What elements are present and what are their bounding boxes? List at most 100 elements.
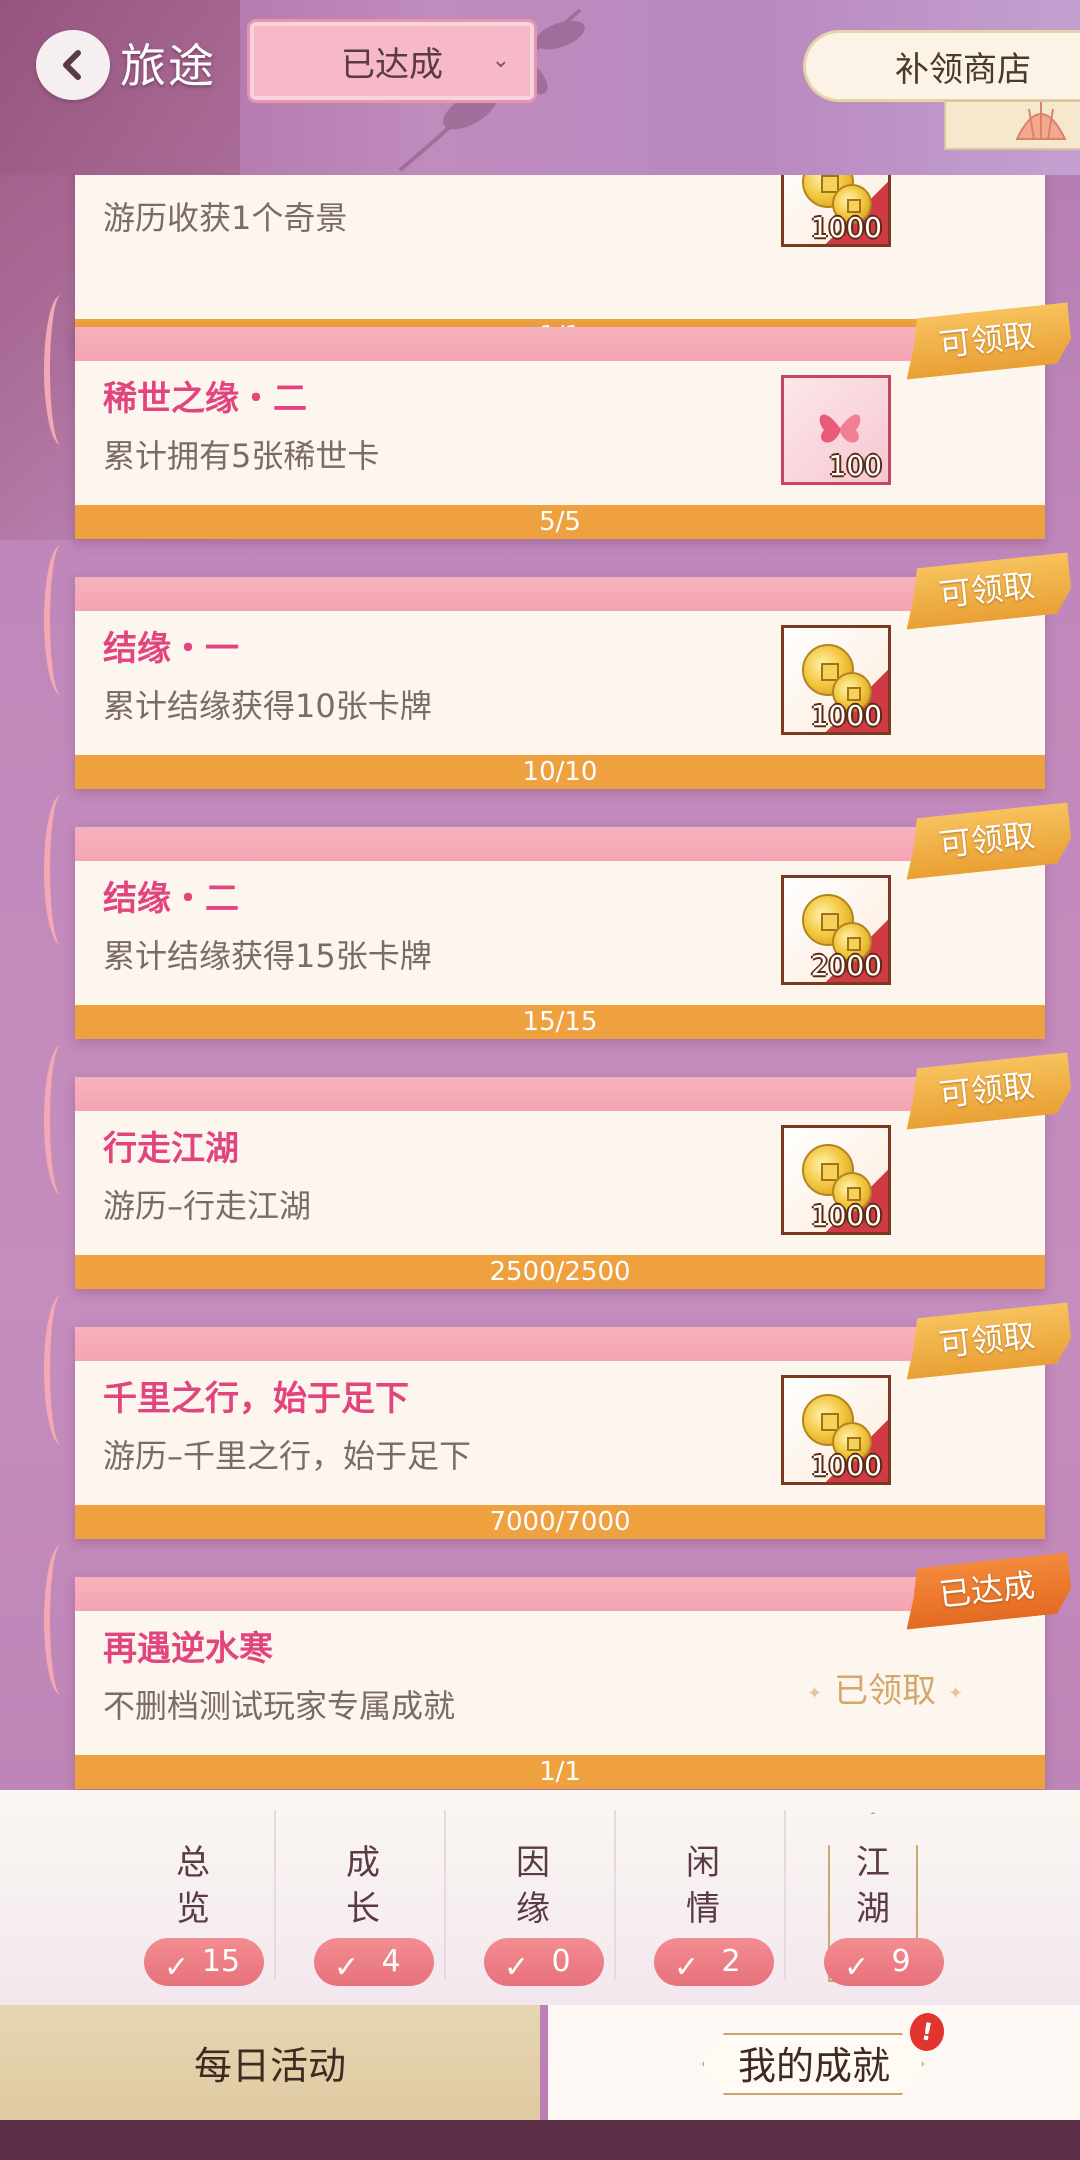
progress-bar: 2500/2500 — [75, 1255, 1045, 1289]
card-header-band — [75, 1577, 1045, 1611]
achievement-description: 游历收获1个奇景 — [103, 199, 348, 237]
progress-bar: 1/1 — [75, 1755, 1045, 1789]
check-icon: ✓ — [674, 1950, 700, 1985]
tab-daily-activity[interactable]: 每日活动 — [0, 2005, 540, 2120]
category-label: 江湖 — [856, 1843, 890, 1929]
achievement-title: 再遇逆水寒 — [103, 1629, 273, 1669]
achievement-description: 游历–行走江湖 — [103, 1187, 312, 1225]
category-tab-overview[interactable]: 总览 ✓ 15 — [108, 1790, 278, 2005]
claimed-label: 已领取 — [834, 1671, 937, 1711]
achievement-description: 累计结缘获得10张卡牌 — [103, 687, 432, 725]
divider — [274, 1810, 276, 1980]
reward-butterfly[interactable]: 100 — [781, 375, 891, 485]
achievement-title: 行走江湖 — [103, 1129, 239, 1169]
ribbon-decoration — [44, 1045, 78, 1195]
reward-coin[interactable]: 1000 — [781, 175, 891, 247]
category-tab-leisure[interactable]: 闲情 ✓ 2 — [618, 1790, 788, 2005]
filter-dropdown[interactable]: 已达成 ⌄ — [250, 22, 534, 100]
check-icon: ✓ — [334, 1950, 360, 1985]
card-header-band — [75, 1077, 1045, 1111]
achievement-card: 行走江湖 游历–行走江湖 1000 可领取 2500/2500 — [75, 1077, 1045, 1289]
ribbon-decoration — [44, 295, 78, 445]
reward-quantity: 1000 — [810, 1199, 882, 1232]
category-label: 闲情 — [686, 1843, 720, 1929]
completed-tag: 已达成 — [900, 1552, 1073, 1629]
category-label: 因缘 — [516, 1843, 550, 1929]
achievement-description: 累计拥有5张稀世卡 — [103, 437, 380, 475]
filter-dropdown-value: 已达成 — [341, 44, 443, 85]
shop-button[interactable]: 补领商店 — [803, 30, 1080, 102]
reward-quantity: 1000 — [810, 699, 882, 732]
achievement-description: 游历–千里之行，始于足下 — [103, 1437, 472, 1475]
page-title: 旅途 — [120, 39, 216, 93]
diamond-icon: ✦ — [807, 1682, 823, 1704]
card-header-band — [75, 577, 1045, 611]
header-bar: 旅途 已达成 ⌄ 补领商店 — [0, 0, 1080, 540]
count-badge: ✓ 2 — [654, 1938, 774, 1986]
bottom-tab-bar: 每日活动 我的成就 ! — [0, 2005, 1080, 2120]
ribbon-decoration — [44, 795, 78, 945]
reward-quantity: 1000 — [810, 1449, 882, 1482]
butterfly-icon — [819, 414, 861, 443]
count-badge: ✓ 4 — [314, 1938, 434, 1986]
divider — [614, 1810, 616, 1980]
reward-coin[interactable]: 1000 — [781, 625, 891, 735]
reward-coin[interactable]: 1000 — [781, 1375, 891, 1485]
achievement-card: 结缘・二 累计结缘获得15张卡牌 2000 可领取 15/15 — [75, 827, 1045, 1039]
tab-my-achievements[interactable]: 我的成就 ! — [548, 2005, 1080, 2120]
count-badge: ✓ 9 — [824, 1938, 944, 1986]
achievement-title: 千里之行，始于足下 — [103, 1379, 409, 1419]
category-label: 成长 — [346, 1843, 380, 1929]
divider — [784, 1810, 786, 1980]
count-badge: ✓ 15 — [144, 1938, 264, 1986]
card-header-band — [75, 1327, 1045, 1361]
achievement-title: 结缘・二 — [103, 879, 239, 919]
claimed-status: ✦ 已领取 ✦ — [795, 1663, 975, 1712]
check-icon: ✓ — [844, 1950, 870, 1985]
bottom-strip — [0, 2120, 1080, 2160]
check-icon: ✓ — [164, 1950, 190, 1985]
progress-bar: 7000/7000 — [75, 1505, 1045, 1539]
diamond-icon: ✦ — [948, 1682, 964, 1704]
achievement-title: 稀世之缘・二 — [103, 379, 307, 419]
shell-icon — [1015, 102, 1067, 140]
reward-quantity: 1000 — [810, 211, 882, 244]
claimable-tag[interactable]: 可领取 — [900, 1052, 1073, 1129]
progress-bar: 5/5 — [75, 505, 1045, 539]
progress-bar: 10/10 — [75, 755, 1045, 789]
claimable-tag[interactable]: 可领取 — [900, 1302, 1073, 1379]
achievement-card: 稀世之缘・二 累计拥有5张稀世卡 100 可领取 5/5 — [75, 327, 1045, 539]
shop-button-label: 补领商店 — [895, 49, 1031, 90]
claimable-tag[interactable]: 可领取 — [900, 802, 1073, 879]
category-tab-fate[interactable]: 因缘 ✓ 0 — [448, 1790, 618, 2005]
check-icon: ✓ — [504, 1950, 530, 1985]
ribbon-decoration — [44, 545, 78, 695]
chevron-down-icon: ⌄ — [491, 48, 510, 73]
achievement-description: 不删档测试玩家专属成就 — [103, 1687, 456, 1725]
tab-label: 每日活动 — [193, 2044, 346, 2088]
progress-bar: 15/15 — [75, 1005, 1045, 1039]
achievement-title: 结缘・一 — [103, 629, 239, 669]
card-header-band — [75, 327, 1045, 361]
divider — [444, 1810, 446, 1980]
ribbon-decoration — [44, 1295, 78, 1445]
count-badge: ✓ 0 — [484, 1938, 604, 1986]
achievement-card: 结缘・一 累计结缘获得10张卡牌 1000 可领取 10/10 — [75, 577, 1045, 789]
category-tab-jianghu[interactable]: 江湖 ✓ 9 — [788, 1790, 958, 2005]
claimable-tag[interactable]: 可领取 — [900, 552, 1073, 629]
reward-quantity: 100 — [828, 449, 882, 482]
category-bar: 总览 ✓ 15 成长 ✓ 4 因缘 ✓ 0 闲情 ✓ 2 江湖 ✓ 9 — [0, 1790, 1080, 2005]
reward-coin[interactable]: 1000 — [781, 1125, 891, 1235]
card-header-band — [75, 827, 1045, 861]
achievement-description: 累计结缘获得15张卡牌 — [103, 937, 432, 975]
category-tab-growth[interactable]: 成长 ✓ 4 — [278, 1790, 448, 2005]
back-button[interactable] — [36, 30, 110, 100]
reward-coin[interactable]: 2000 — [781, 875, 891, 985]
category-label: 总览 — [176, 1843, 210, 1929]
reward-quantity: 2000 — [810, 949, 882, 982]
chevron-left-icon — [63, 50, 81, 80]
achievement-list[interactable]: 游历收获1个奇景 1000 1/1 稀世之缘・二 累计拥有5张稀世卡 100 可… — [0, 175, 1080, 1790]
tab-label: 我的成就 — [737, 2044, 890, 2088]
ribbon-decoration — [44, 1545, 78, 1695]
achievement-card: 再遇逆水寒 不删档测试玩家专属成就 ✦ 已领取 ✦ 已达成 1/1 — [75, 1577, 1045, 1789]
